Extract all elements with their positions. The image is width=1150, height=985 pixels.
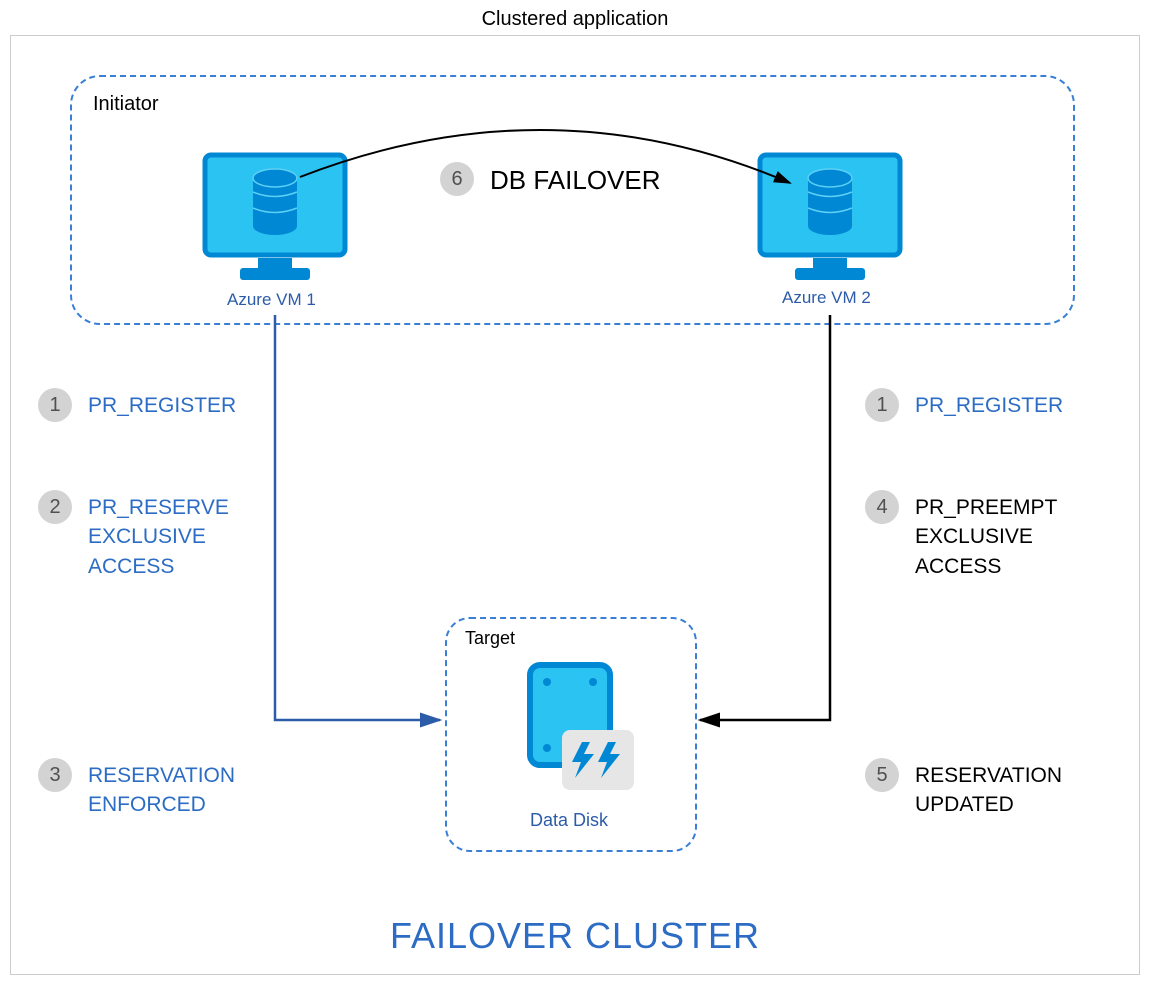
step-2-text: PR_RESERVE EXCLUSIVE ACCESS xyxy=(88,493,229,581)
db-failover-label: DB FAILOVER xyxy=(490,165,661,196)
step-1-right-badge: 1 xyxy=(865,388,899,422)
target-label: Target xyxy=(465,628,515,649)
step-5-badge: 5 xyxy=(865,758,899,792)
step-5-text: RESERVATION UPDATED xyxy=(915,761,1062,820)
vm2-label: Azure VM 2 xyxy=(782,288,871,308)
initiator-container xyxy=(70,75,1075,325)
failover-cluster-title: FAILOVER CLUSTER xyxy=(0,915,1150,957)
step-3-badge: 3 xyxy=(38,758,72,792)
data-disk-label: Data Disk xyxy=(530,810,608,831)
vm1-label: Azure VM 1 xyxy=(227,290,316,310)
step-2-badge: 2 xyxy=(38,490,72,524)
step-4-badge: 4 xyxy=(865,490,899,524)
step-3-text: RESERVATION ENFORCED xyxy=(88,761,235,820)
diagram-title: Clustered application xyxy=(0,8,1150,31)
step-4-text: PR_PREEMPT EXCLUSIVE ACCESS xyxy=(915,493,1057,581)
step-1-right-text: PR_REGISTER xyxy=(915,391,1063,420)
step-6-badge: 6 xyxy=(440,162,474,196)
step-1-left-badge: 1 xyxy=(38,388,72,422)
initiator-label: Initiator xyxy=(93,93,159,116)
step-1-left-text: PR_REGISTER xyxy=(88,391,236,420)
